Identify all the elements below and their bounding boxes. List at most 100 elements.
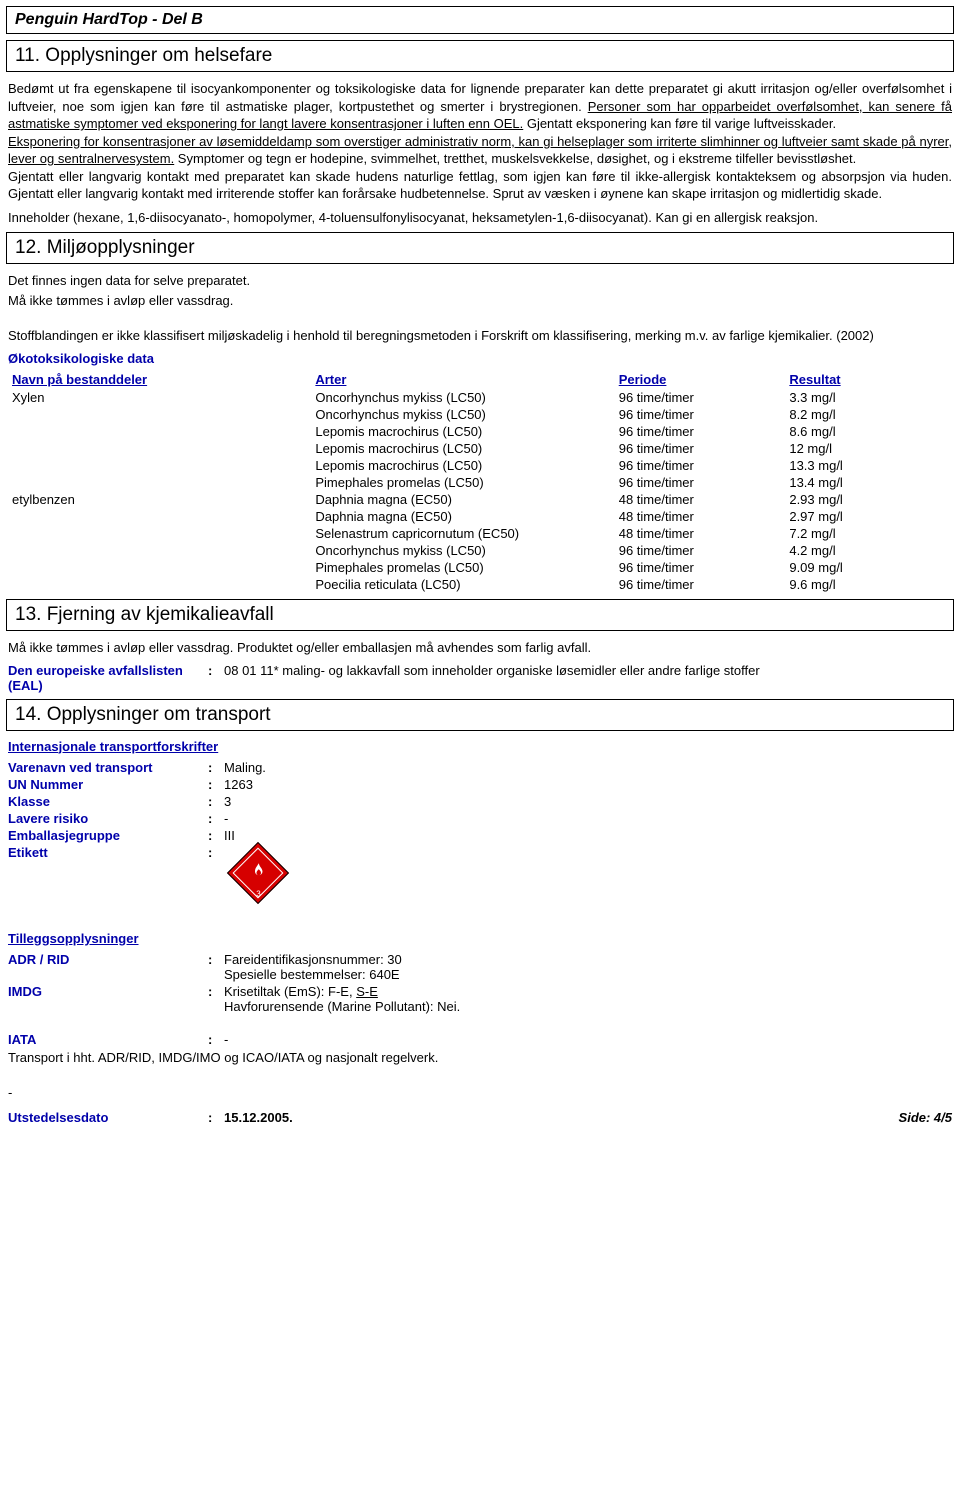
cell-name [8, 457, 311, 474]
colon: : [208, 984, 224, 1014]
trailing-dash: - [8, 1084, 952, 1102]
emballasje-value: III [224, 828, 952, 843]
cell-resultat: 9.6 mg/l [785, 576, 956, 593]
table-row: Pimephales promelas (LC50)96 time/timer1… [8, 474, 956, 491]
cell-periode: 96 time/timer [615, 440, 786, 457]
table-row: Oncorhynchus mykiss (LC50)96 time/timer4… [8, 542, 956, 559]
section-11-heading: Opplysninger om helsefare [45, 45, 272, 66]
table-row: Poecilia reticulata (LC50)96 time/timer9… [8, 576, 956, 593]
eal-label: Den europeiske avfallslisten (EAL) [8, 663, 208, 693]
cell-periode: 48 time/timer [615, 508, 786, 525]
cell-arter: Selenastrum capricornutum (EC50) [311, 525, 614, 542]
col-periode-header: Periode [615, 370, 786, 389]
etikett-label: Etikett [8, 845, 208, 901]
table-header-row: Navn på bestanddeler Arter Periode Resul… [8, 370, 956, 389]
klasse-value: 3 [224, 794, 952, 809]
imdg-value: Krisetiltak (EmS): F-E, S-E Havforurense… [224, 984, 952, 1014]
adr-line-1: Fareidentifikasjonsnummer: 30 [224, 952, 952, 967]
table-row: etylbenzenDaphnia magna (EC50)48 time/ti… [8, 491, 956, 508]
adr-line-2: Spesielle bestemmelser: 640E [224, 967, 952, 982]
cell-periode: 96 time/timer [615, 457, 786, 474]
lavere-value: - [224, 811, 952, 826]
iata-label: IATA [8, 1032, 208, 1047]
hazard-diamond-icon: 3 [227, 841, 289, 903]
emballasje-row: Emballasjegruppe : III [8, 828, 952, 843]
section-12-line-1: Det finnes ingen data for selve preparat… [8, 272, 952, 290]
cell-arter: Lepomis macrochirus (LC50) [311, 440, 614, 457]
section-14-header: 14. Opplysninger om transport [6, 699, 954, 731]
cell-name [8, 474, 311, 491]
hazard-class-number: 3 [256, 889, 260, 898]
flame-icon [250, 861, 268, 882]
adr-label: ADR / RID [8, 952, 208, 982]
cell-name [8, 406, 311, 423]
additional-info-title: Tilleggsopplysninger [8, 931, 952, 946]
cell-arter: Pimephales promelas (LC50) [311, 559, 614, 576]
iata-row: IATA : - [8, 1032, 952, 1047]
cell-periode: 96 time/timer [615, 406, 786, 423]
emballasje-label: Emballasjegruppe [8, 828, 208, 843]
cell-resultat: 3.3 mg/l [785, 389, 956, 406]
section-12-paragraph-3: Stoffblandingen er ikke klassifisert mil… [8, 327, 952, 345]
adr-row: ADR / RID : Fareidentifikasjonsnummer: 3… [8, 952, 952, 982]
page-number: Side: 4/5 [899, 1110, 952, 1125]
cell-name [8, 559, 311, 576]
document-title: Penguin HardTop - Del B [15, 11, 203, 28]
col-resultat-header: Resultat [785, 370, 956, 389]
cell-name [8, 440, 311, 457]
section-11-paragraph-1: Bedømt ut fra egenskapene til isocyankom… [8, 80, 952, 203]
cell-name [8, 508, 311, 525]
imdg-line-1: Krisetiltak (EmS): F-E, S-E [224, 984, 952, 999]
cell-name [8, 525, 311, 542]
text: Gjentatt eller langvarig kontakt med pre… [8, 169, 952, 202]
colon: : [208, 794, 224, 809]
section-13-header: 13. Fjerning av kjemikalieavfall [6, 599, 954, 631]
cell-periode: 96 time/timer [615, 542, 786, 559]
cell-arter: Pimephales promelas (LC50) [311, 474, 614, 491]
footer-left: Utstedelsesdato : 15.12.2005. [8, 1110, 293, 1125]
cell-arter: Oncorhynchus mykiss (LC50) [311, 542, 614, 559]
cell-periode: 48 time/timer [615, 525, 786, 542]
cell-resultat: 9.09 mg/l [785, 559, 956, 576]
colon: : [208, 828, 224, 843]
cell-periode: 96 time/timer [615, 474, 786, 491]
table-row: Selenastrum capricornutum (EC50)48 time/… [8, 525, 956, 542]
colon: : [208, 1110, 224, 1125]
table-row: Lepomis macrochirus (LC50)96 time/timer1… [8, 440, 956, 457]
eal-row: Den europeiske avfallslisten (EAL) : 08 … [8, 663, 952, 693]
cell-arter: Oncorhynchus mykiss (LC50) [311, 389, 614, 406]
klasse-row: Klasse : 3 [8, 794, 952, 809]
cell-resultat: 12 mg/l [785, 440, 956, 457]
cell-periode: 96 time/timer [615, 389, 786, 406]
cell-name [8, 542, 311, 559]
colon: : [208, 1032, 224, 1047]
cell-resultat: 8.2 mg/l [785, 406, 956, 423]
colon: : [208, 952, 224, 982]
cell-resultat: 2.97 mg/l [785, 508, 956, 525]
cell-periode: 96 time/timer [615, 576, 786, 593]
section-13-heading: Fjerning av kjemikalieavfall [47, 604, 274, 625]
footer-date-value: 15.12.2005. [224, 1110, 293, 1125]
iata-value: - [224, 1032, 952, 1047]
section-13-paragraph: Må ikke tømmes i avløp eller vassdrag. P… [8, 639, 952, 657]
cell-resultat: 2.93 mg/l [785, 491, 956, 508]
klasse-label: Klasse [8, 794, 208, 809]
text: Gjentatt eksponering kan føre til varige… [523, 116, 836, 131]
cell-resultat: 13.3 mg/l [785, 457, 956, 474]
colon: : [208, 811, 224, 826]
lavere-row: Lavere risiko : - [8, 811, 952, 826]
table-row: Daphnia magna (EC50)48 time/timer2.97 mg… [8, 508, 956, 525]
un-value: 1263 [224, 777, 952, 792]
cell-arter: Lepomis macrochirus (LC50) [311, 423, 614, 440]
ecotox-title: Økotoksikologiske data [8, 351, 952, 366]
section-13-number: 13. [15, 604, 41, 625]
etikett-row: Etikett : 3 [8, 845, 952, 901]
cell-arter: Poecilia reticulata (LC50) [311, 576, 614, 593]
varenavn-label: Varenavn ved transport [8, 760, 208, 775]
section-12-line-2: Må ikke tømmes i avløp eller vassdrag. [8, 292, 952, 310]
col-arter-header: Arter [311, 370, 614, 389]
section-14-number: 14. [15, 704, 41, 725]
table-row: XylenOncorhynchus mykiss (LC50)96 time/t… [8, 389, 956, 406]
table-row: Pimephales promelas (LC50)96 time/timer9… [8, 559, 956, 576]
text: Symptomer og tegn er hodepine, svimmelhe… [174, 151, 856, 166]
